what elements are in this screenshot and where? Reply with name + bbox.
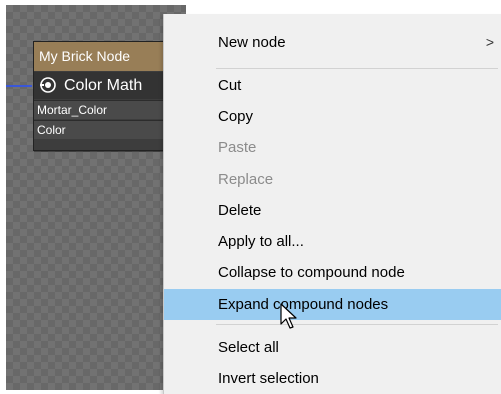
menu-item-copy[interactable]: Copy xyxy=(164,101,501,132)
menu-item-label: Apply to all... xyxy=(218,233,304,250)
target-icon xyxy=(40,77,56,93)
connection-wire[interactable] xyxy=(6,85,32,87)
node-input-mortar-color[interactable]: Mortar_Color xyxy=(34,100,174,119)
menu-item-invert-selection[interactable]: Invert selection xyxy=(164,363,501,394)
node-header: Color Math xyxy=(34,72,174,99)
menu-item-label: New node xyxy=(218,34,286,51)
menu-item-label: Select all xyxy=(218,339,279,356)
brick-node[interactable]: My Brick Node Color Math Mortar_Color Co… xyxy=(33,41,175,151)
menu-separator xyxy=(216,68,498,69)
menu-item-paste[interactable]: Paste xyxy=(164,132,501,163)
menu-item-delete[interactable]: Delete xyxy=(164,195,501,226)
menu-item-apply-to-all[interactable]: Apply to all... xyxy=(164,226,501,257)
menu-item-replace[interactable]: Replace xyxy=(164,164,501,195)
menu-item-label: Delete xyxy=(218,202,262,219)
menu-item-cut[interactable]: Cut xyxy=(164,70,501,101)
menu-item-select-all[interactable]: Select all xyxy=(164,332,501,363)
node-input-color[interactable]: Color xyxy=(34,120,174,139)
menu-item-label: Collapse to compound node xyxy=(218,264,405,281)
menu-item-label: Expand compound nodes xyxy=(218,296,389,313)
menu-item-label: Paste xyxy=(218,139,257,156)
menu-item-label: Cut xyxy=(218,77,242,94)
node-graph-canvas[interactable]: My Brick Node Color Math Mortar_Color Co… xyxy=(6,5,186,390)
context-menu: New node > Cut Copy Paste Replace Delete… xyxy=(163,14,501,394)
menu-separator xyxy=(216,324,498,325)
menu-item-expand-compound[interactable]: Expand compound nodes xyxy=(164,289,501,320)
submenu-arrow-icon: > xyxy=(485,34,494,50)
menu-item-label: Copy xyxy=(218,108,254,125)
menu-item-label: Replace xyxy=(218,171,274,188)
mouse-pointer-icon xyxy=(280,303,297,329)
node-header-label: Color Math xyxy=(64,77,143,94)
menu-item-label: Invert selection xyxy=(218,370,319,387)
node-title[interactable]: My Brick Node xyxy=(34,42,174,71)
menu-item-new-node[interactable]: New node > xyxy=(164,27,501,58)
menu-item-collapse-to-compound[interactable]: Collapse to compound node xyxy=(164,257,501,288)
